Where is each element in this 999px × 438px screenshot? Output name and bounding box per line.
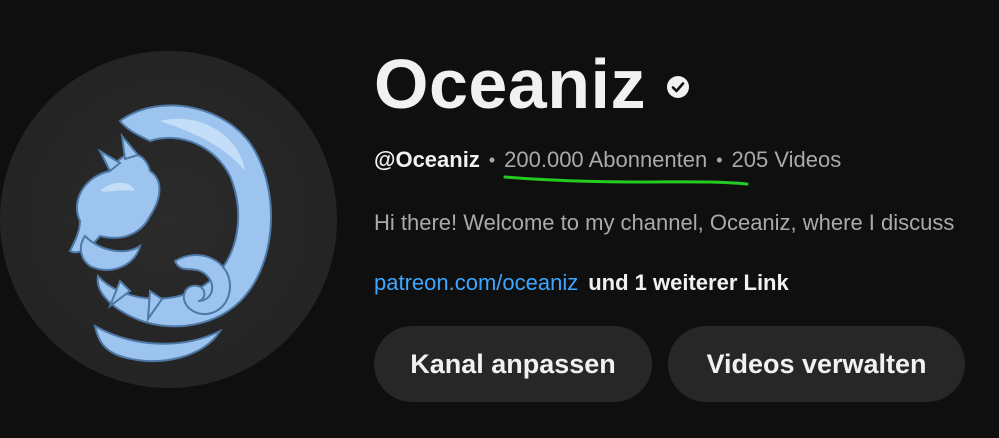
- title-row: Oceaniz: [374, 38, 690, 130]
- channel-description[interactable]: Hi there! Welcome to my channel, Oceaniz…: [374, 206, 999, 240]
- meta-separator: •: [716, 149, 723, 170]
- channel-links: patreon.com/oceaniz und 1 weiterer Link: [374, 266, 789, 300]
- video-count: 205 Videos: [731, 147, 842, 172]
- verified-check-icon: [666, 76, 689, 98]
- channel-avatar[interactable]: [0, 51, 337, 388]
- channel-header: Oceaniz @Oceaniz • 200.000 Abonnenten • …: [0, 0, 999, 438]
- customize-channel-button[interactable]: Kanal anpassen: [374, 326, 652, 402]
- manage-videos-button[interactable]: Videos verwalten: [668, 326, 965, 402]
- channel-handle: @Oceaniz: [374, 147, 480, 172]
- patreon-link[interactable]: patreon.com/oceaniz: [374, 270, 578, 296]
- dragon-logo-icon: [68, 104, 272, 363]
- subscriber-count: 200.000 Abonnenten: [504, 147, 708, 172]
- more-links-button[interactable]: und 1 weiterer Link: [588, 270, 789, 296]
- meta-separator: •: [488, 149, 496, 170]
- green-highlight-underline: [503, 175, 749, 186]
- channel-title: Oceaniz: [374, 45, 646, 123]
